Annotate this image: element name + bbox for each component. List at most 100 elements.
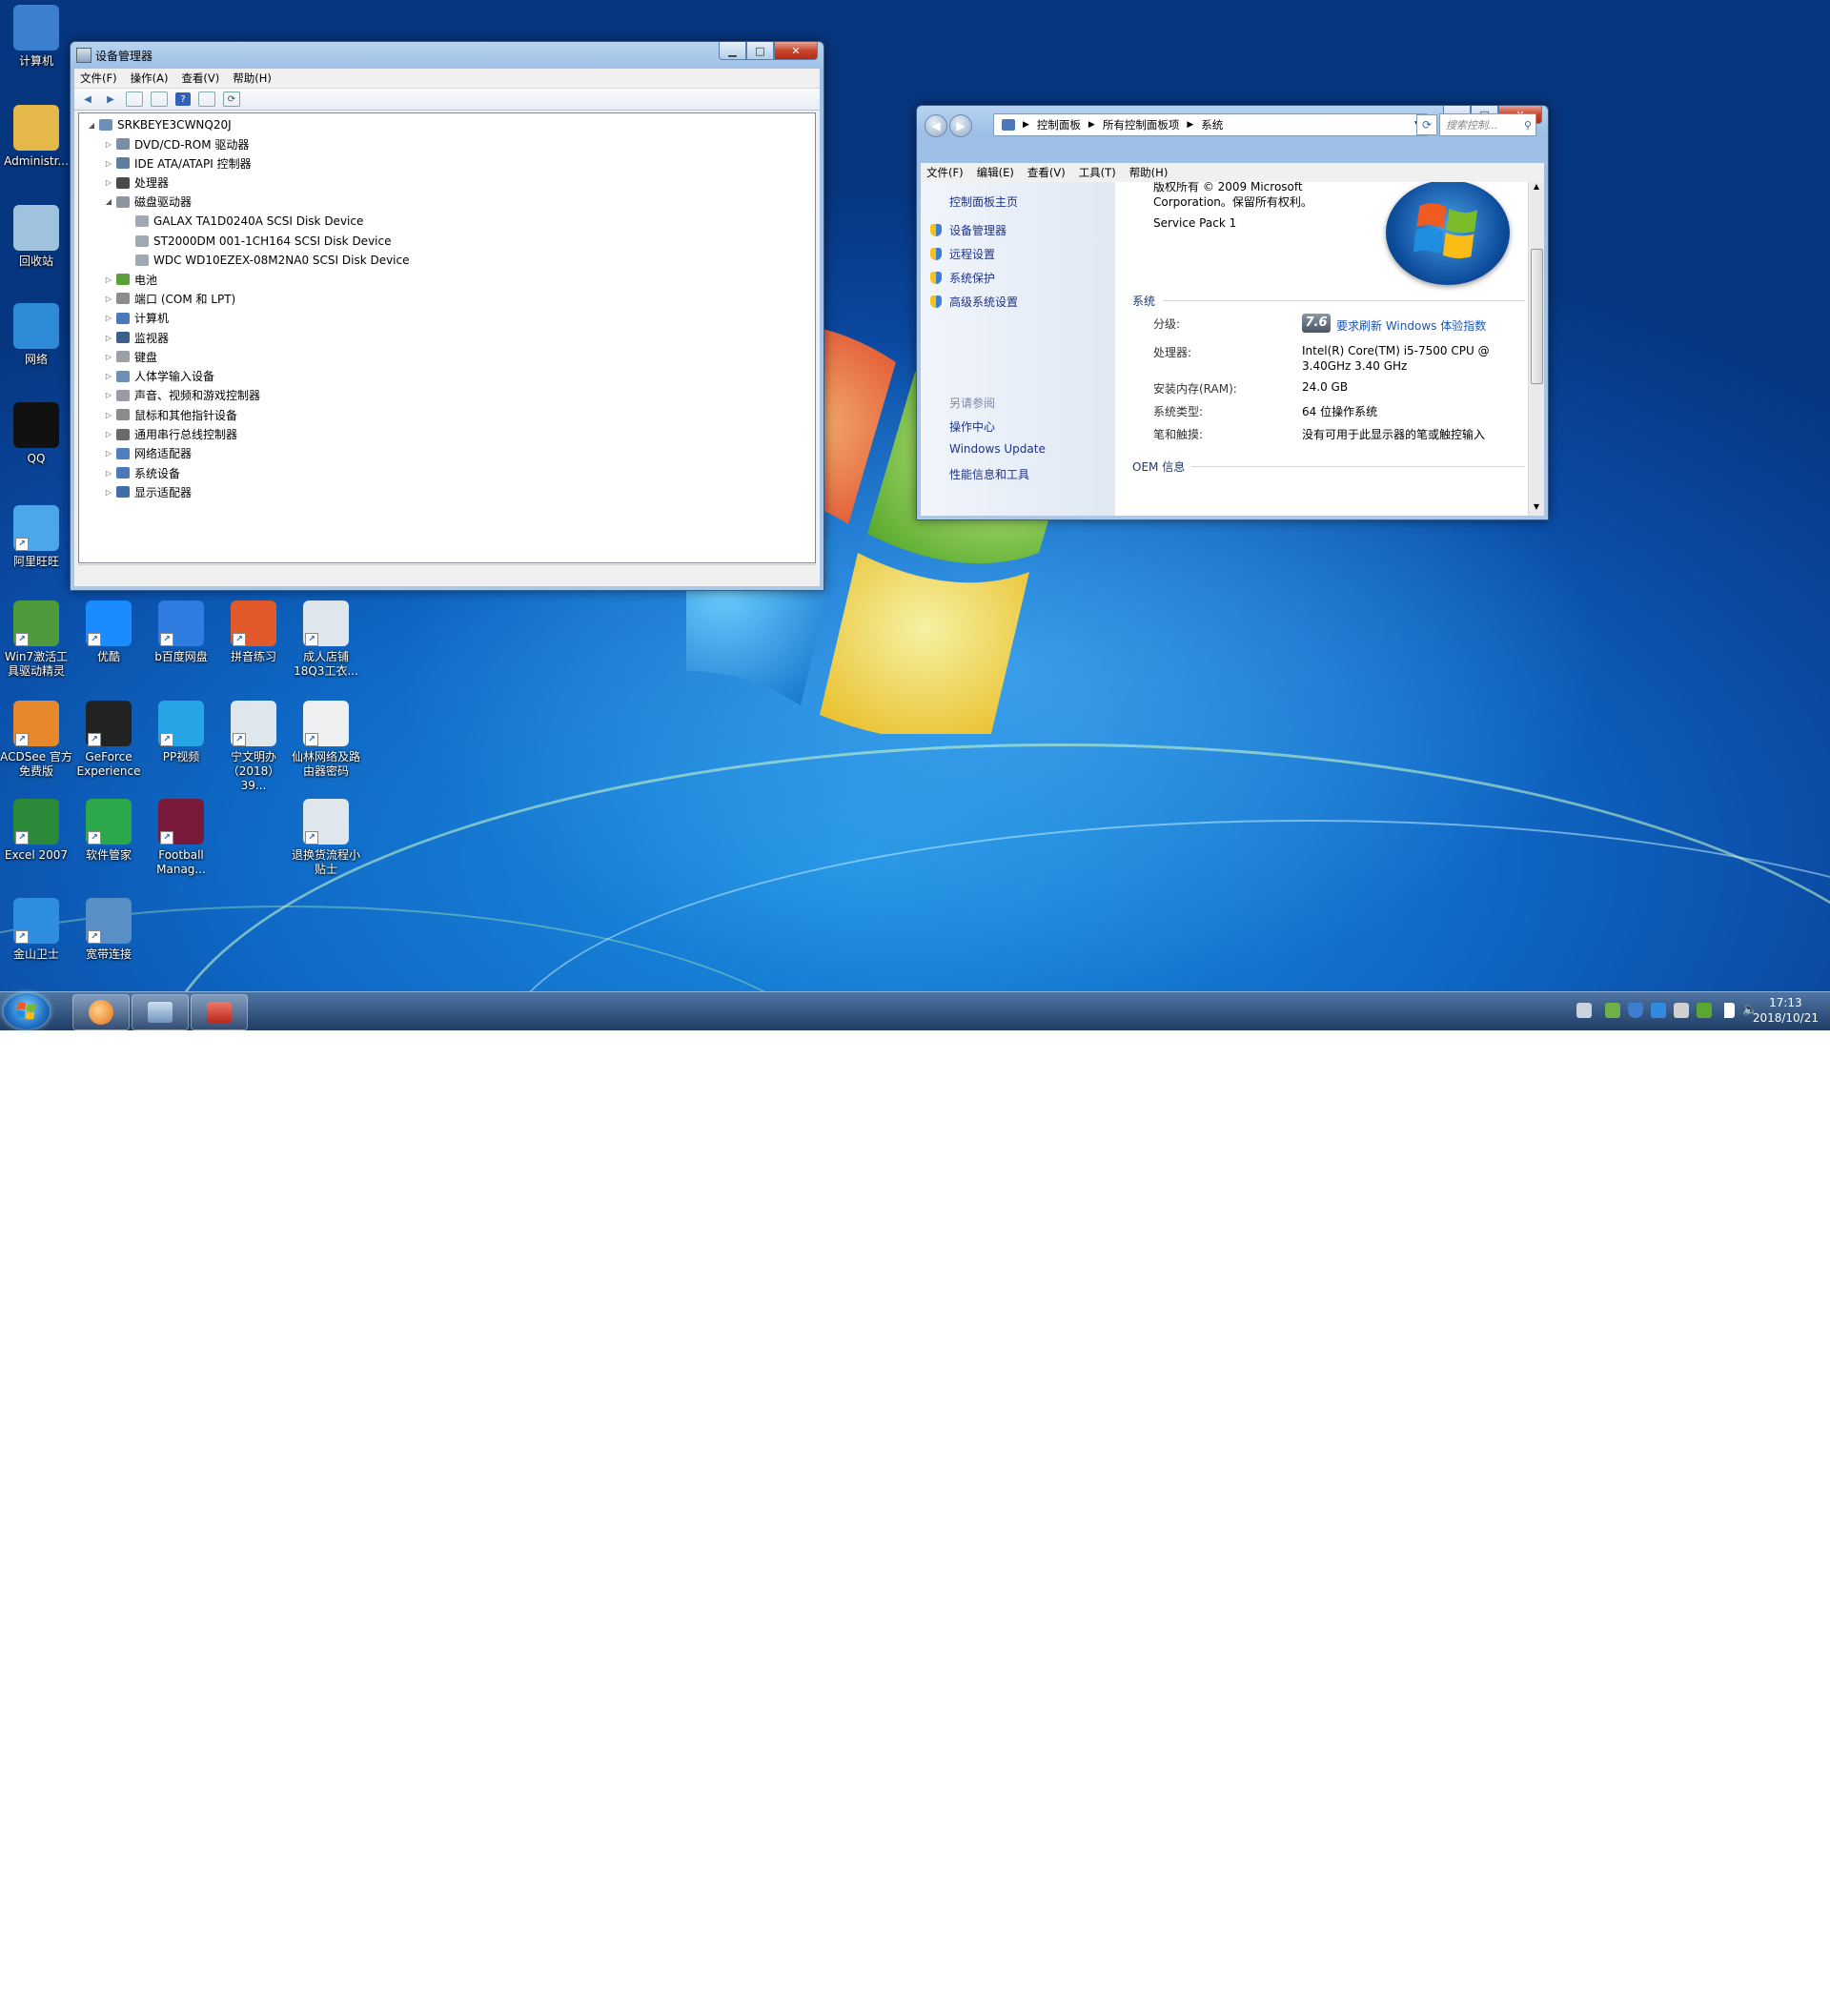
system-protection-link[interactable]: 系统保护 xyxy=(930,270,995,286)
tree-category[interactable]: ▷ 人体学输入设备 xyxy=(104,369,214,384)
tree-category[interactable]: ▷ DVD/CD-ROM 驱动器 xyxy=(104,136,250,152)
scan-hardware-icon[interactable]: ⟳ xyxy=(223,92,240,107)
tree-category[interactable]: ▷ 处理器 xyxy=(104,175,169,191)
desktop-icon[interactable]: ↗ PP视频 xyxy=(145,701,217,764)
view-icon[interactable] xyxy=(198,92,215,107)
windows-update-link[interactable]: Windows Update xyxy=(949,442,1046,456)
tree-device-item[interactable]: WDC WD10EZEX-08M2NA0 SCSI Disk Device xyxy=(123,253,410,268)
desktop-icon[interactable]: ↗ 宽带连接 xyxy=(72,898,145,962)
tree-root[interactable]: ◢ SRKBEYE3CWNQ20J xyxy=(87,117,232,132)
tray-shield-icon[interactable] xyxy=(1628,1003,1643,1018)
scrollbar-thumb[interactable] xyxy=(1531,249,1543,384)
taskbar-toolbox-button[interactable] xyxy=(191,994,248,1030)
expand-icon[interactable]: ▷ xyxy=(104,372,113,380)
desktop-icon[interactable]: ↗ Excel 2007 xyxy=(0,799,72,863)
search-input[interactable]: 搜索控制... ⚲ xyxy=(1439,113,1536,136)
refresh-experience-index-link[interactable]: 要求刷新 Windows 体验指数 xyxy=(1336,317,1486,334)
tree-category[interactable]: ▷ 显示适配器 xyxy=(104,484,192,499)
desktop-icon[interactable]: ↗ 软件管家 xyxy=(72,799,145,863)
scroll-down-arrow-icon[interactable]: ▼ xyxy=(1529,502,1544,516)
menu-view[interactable]: 查看(V) xyxy=(1027,165,1066,180)
desktop-icon[interactable]: ↗ 退换货流程小贴士 xyxy=(290,799,362,877)
vertical-scrollbar[interactable]: ▲ ▼ xyxy=(1528,182,1544,516)
tree-category[interactable]: ▷ 监视器 xyxy=(104,330,169,345)
minimize-button[interactable]: ▁ xyxy=(719,42,746,60)
remote-settings-link[interactable]: 远程设置 xyxy=(930,246,995,262)
back-button[interactable]: ◀ xyxy=(925,114,947,137)
breadcrumb-all-items[interactable]: 所有控制面板项 xyxy=(1103,117,1180,132)
tray-keyboard-icon[interactable] xyxy=(1576,1003,1592,1018)
experience-index-badge[interactable]: 7.6 xyxy=(1302,314,1331,333)
expand-icon[interactable]: ▷ xyxy=(104,430,113,438)
expand-icon[interactable]: ▷ xyxy=(104,295,113,303)
menu-file[interactable]: 文件(F) xyxy=(80,71,117,86)
desktop-icon[interactable]: ↗ 拼音练习 xyxy=(217,601,290,664)
system-window[interactable]: ▁ □ ✕ ◀ ▶ ▶ 控制面板 ▶ 所有控制面板项 ▶ 系统 ▼ ⟳ 搜索控制… xyxy=(916,105,1549,520)
tree-category[interactable]: ▷ 声音、视频和游戏控制器 xyxy=(104,388,260,403)
expand-icon[interactable]: ▷ xyxy=(104,391,113,399)
menu-view[interactable]: 查看(V) xyxy=(181,71,219,86)
expand-icon[interactable]: ▷ xyxy=(104,469,113,478)
clock[interactable]: 17:13 2018/10/21 xyxy=(1753,995,1819,1026)
desktop-icon[interactable]: ↗ 金山卫士 xyxy=(0,898,72,962)
tray-guard-icon[interactable] xyxy=(1651,1003,1666,1018)
expand-icon[interactable]: ▷ xyxy=(104,334,113,342)
tree-category[interactable]: ▷ 计算机 xyxy=(104,311,169,326)
expand-icon[interactable]: ▷ xyxy=(104,140,113,149)
address-bar[interactable]: ▶ 控制面板 ▶ 所有控制面板项 ▶ 系统 ▼ xyxy=(993,113,1428,136)
desktop-icon[interactable]: ↗ 阿里旺旺 xyxy=(0,505,72,569)
forward-button[interactable]: ▶ xyxy=(949,114,972,137)
tree-category[interactable]: ▷ 通用串行总线控制器 xyxy=(104,427,237,442)
expand-icon[interactable]: ▷ xyxy=(104,488,113,497)
expand-icon[interactable]: ▷ xyxy=(104,178,113,187)
taskbar-device-manager-button[interactable] xyxy=(132,994,189,1030)
expand-icon[interactable]: ▷ xyxy=(104,275,113,284)
start-button[interactable] xyxy=(4,993,50,1029)
show-hide-tree-icon[interactable] xyxy=(126,92,143,107)
menu-help[interactable]: 帮助(H) xyxy=(233,71,272,86)
desktop-icon[interactable]: ↗ b百度网盘 xyxy=(145,601,217,664)
desktop-icon[interactable]: ↗ 优酷 xyxy=(72,601,145,664)
desktop-icon[interactable]: ↗ 成人店铺 18Q3工衣... xyxy=(290,601,362,679)
tree-category[interactable]: ▷ IDE ATA/ATAPI 控制器 xyxy=(104,155,252,171)
expand-icon[interactable]: ▷ xyxy=(104,159,113,168)
tree-category[interactable]: ▷ 网络适配器 xyxy=(104,446,192,461)
desktop-icon[interactable]: 网络 xyxy=(0,303,72,367)
device-manager-titlebar[interactable]: 设备管理器 ▁ □ ✕ xyxy=(71,42,824,69)
tree-category[interactable]: ▷ 电池 xyxy=(104,272,157,287)
maximize-button[interactable]: □ xyxy=(746,42,774,60)
desktop-icon[interactable]: ↗ 仙林网络及路由器密码 xyxy=(290,701,362,779)
menu-edit[interactable]: 编辑(E) xyxy=(977,165,1014,180)
expand-icon[interactable]: ▷ xyxy=(104,449,113,458)
collapse-icon[interactable]: ◢ xyxy=(87,121,96,130)
scroll-up-arrow-icon[interactable]: ▲ xyxy=(1529,182,1544,195)
tree-category[interactable]: ▷ 键盘 xyxy=(104,349,157,364)
desktop-icon[interactable]: ↗ Football Manag... xyxy=(145,799,217,877)
device-manager-window[interactable]: 设备管理器 ▁ □ ✕ 文件(F) 操作(A) 查看(V) 帮助(H) ◀ ▶ … xyxy=(70,41,824,591)
tray-usb-icon[interactable] xyxy=(1674,1003,1689,1018)
advanced-settings-link[interactable]: 高级系统设置 xyxy=(930,294,1018,310)
menu-tools[interactable]: 工具(T) xyxy=(1079,165,1116,180)
breadcrumb-system[interactable]: 系统 xyxy=(1201,117,1223,132)
expand-icon[interactable]: ▷ xyxy=(104,353,113,361)
properties-icon[interactable] xyxy=(151,92,168,107)
refresh-icon[interactable]: ⟳ xyxy=(1416,114,1437,135)
tree-category[interactable]: ▷ 端口 (COM 和 LPT) xyxy=(104,291,235,306)
menu-file[interactable]: 文件(F) xyxy=(926,165,964,180)
taskbar-browser-button[interactable] xyxy=(72,994,130,1030)
menu-action[interactable]: 操作(A) xyxy=(131,71,169,86)
desktop-icon[interactable]: ↗ ACDSee 官方免费版 xyxy=(0,701,72,779)
menu-help[interactable]: 帮助(H) xyxy=(1129,165,1169,180)
tray-signal-icon[interactable] xyxy=(1719,1003,1735,1018)
expand-icon[interactable]: ▷ xyxy=(104,314,113,322)
desktop-icon[interactable]: Administr... xyxy=(0,105,72,169)
performance-tools-link[interactable]: 性能信息和工具 xyxy=(949,466,1029,482)
desktop-icon[interactable]: 回收站 xyxy=(0,205,72,269)
tray-nvidia-icon[interactable] xyxy=(1697,1003,1712,1018)
action-center-link[interactable]: 操作中心 xyxy=(949,418,995,435)
desktop-icon[interactable]: 计算机 xyxy=(0,5,72,69)
tree-category[interactable]: ▷ 鼠标和其他指针设备 xyxy=(104,407,237,422)
collapse-icon[interactable]: ◢ xyxy=(104,197,113,206)
desktop-icon[interactable]: ↗ 宁文明办（2018）39... xyxy=(217,701,290,793)
search-icon[interactable]: ⚲ xyxy=(1524,119,1532,132)
